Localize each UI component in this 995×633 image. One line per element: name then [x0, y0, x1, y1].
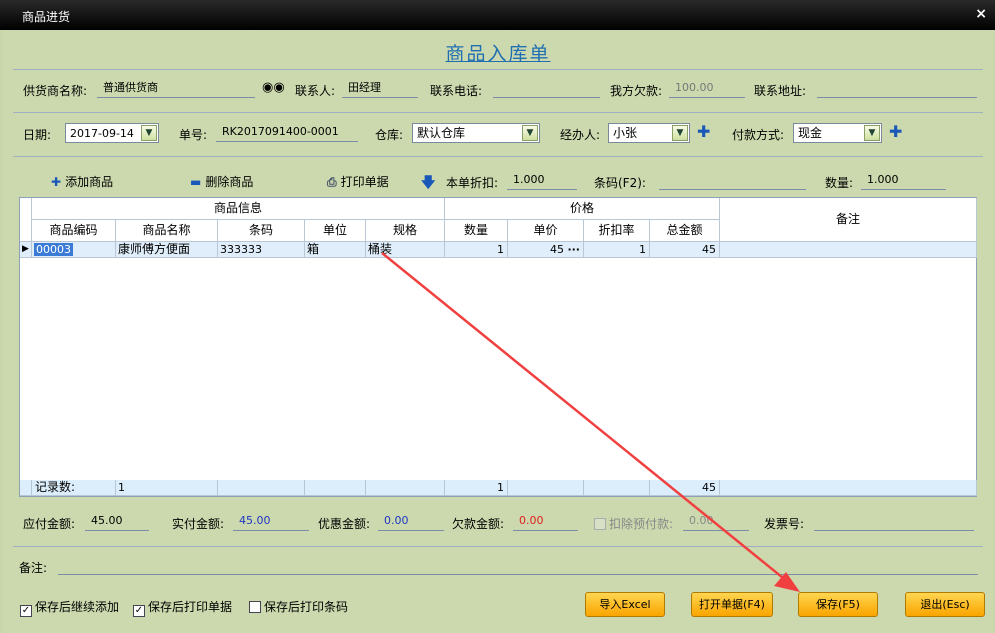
- annotation-arrow: [381, 252, 800, 592]
